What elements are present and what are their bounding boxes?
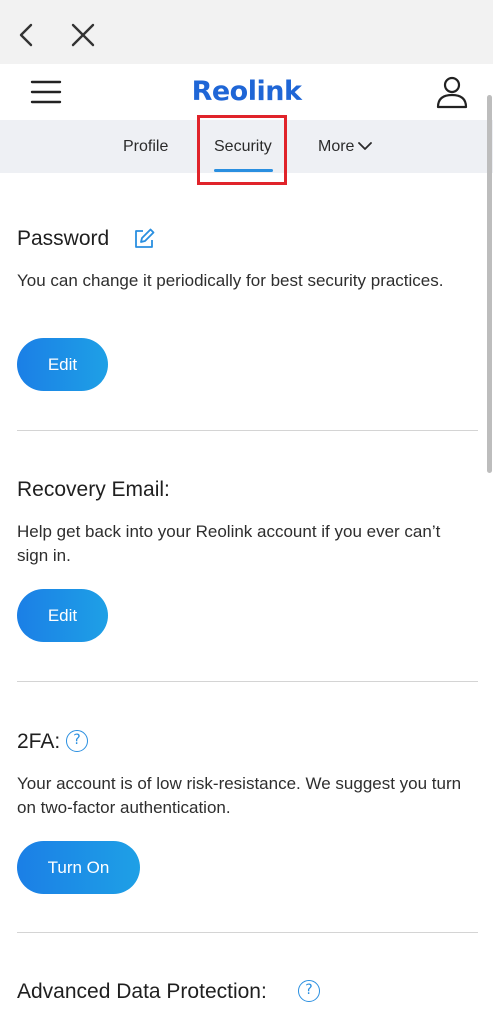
tab-profile[interactable]: Profile [123,120,168,173]
advanced-data-protection-section: Advanced Data Protection: ? [17,979,478,1019]
edit-pencil-icon[interactable] [133,228,155,250]
tab-more[interactable]: More [318,120,373,173]
divider [17,430,478,431]
divider [17,932,478,933]
close-icon[interactable] [68,20,98,50]
help-question-icon[interactable]: ? [66,730,88,752]
highlight-box [197,115,287,185]
recovery-email-title: Recovery Email: [17,478,170,501]
password-section: Password You can change it periodically … [17,226,478,396]
chevron-down-icon [358,141,373,150]
password-title: Password [17,227,110,250]
recovery-email-section: Recovery Email: Help get back into your … [17,477,478,647]
scrollbar[interactable] [487,95,492,473]
password-edit-button[interactable]: Edit [17,338,108,391]
password-description: You can change it periodically for best … [17,271,444,290]
app-header: Reolink [0,64,493,120]
chevron-left-icon[interactable] [12,20,42,50]
browser-toolbar [0,0,493,64]
turn-on-2fa-button[interactable]: Turn On [17,841,140,894]
help-question-icon[interactable]: ? [298,980,320,1002]
two-fa-description: Your account is of low risk-resistance. … [17,774,462,817]
user-account-icon[interactable] [434,74,470,110]
divider [17,681,478,682]
two-fa-section: 2FA: ? Your account is of low risk-resis… [17,729,478,899]
page: Reolink Profile Security More Password Y… [0,0,493,1023]
recovery-email-edit-button[interactable]: Edit [17,589,108,642]
advanced-data-protection-title: Advanced Data Protection: [17,980,267,1003]
two-fa-title: 2FA: [17,730,61,753]
reolink-logo[interactable]: Reolink [0,76,493,107]
tab-more-label: More [318,138,355,155]
recovery-email-description: Help get back into your Reolink account … [17,522,441,565]
